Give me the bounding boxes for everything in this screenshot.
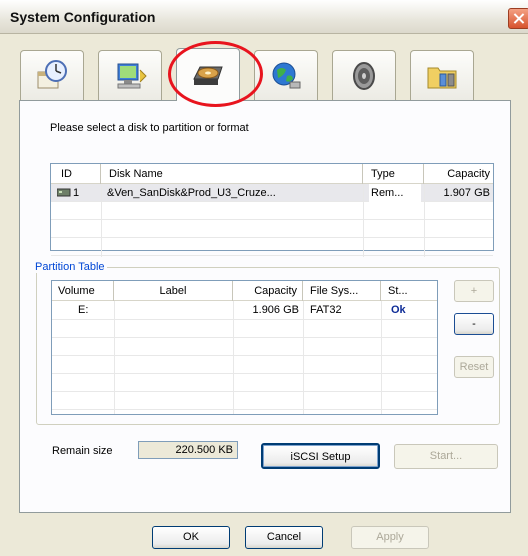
grid-line (303, 301, 304, 414)
tab-internet[interactable] (254, 50, 318, 100)
partition-status: Ok (391, 304, 406, 316)
grid-line (101, 184, 102, 257)
grid-line (363, 184, 364, 257)
folder-tools-icon (427, 67, 457, 88)
ok-button[interactable]: OK (152, 526, 230, 549)
partition-table-label: Partition Table (33, 261, 107, 273)
close-button[interactable] (508, 8, 528, 29)
grid-line (424, 184, 425, 257)
empty-row (52, 392, 437, 410)
column-header-disk-name[interactable]: Disk Name (101, 164, 363, 184)
partition-list-header: Volume Label Capacity File Sys... St... (52, 281, 437, 301)
empty-row (52, 320, 437, 338)
tab-network[interactable] (98, 50, 162, 100)
highlight-circle (168, 41, 263, 107)
table-row[interactable]: E: 1.906 GB FAT32 Ok (52, 301, 437, 320)
empty-row (52, 374, 437, 392)
partition-list[interactable]: Volume Label Capacity File Sys... St... … (51, 280, 438, 415)
disk-capacity: 1.907 GB (443, 187, 490, 199)
partition-capacity: 1.906 GB (252, 304, 299, 316)
network-computer-icon (117, 63, 147, 88)
column-header-file-system[interactable]: File Sys... (303, 281, 381, 301)
cancel-button[interactable]: Cancel (245, 526, 323, 549)
select-disk-prompt: Please select a disk to partition or for… (50, 122, 249, 134)
column-header-capacity[interactable]: Capacity (233, 281, 303, 301)
partition-label (116, 301, 228, 319)
partition-volume: E: (78, 304, 89, 316)
column-header-capacity[interactable]: Capacity (424, 164, 495, 184)
speaker-icon (353, 61, 375, 90)
apply-button[interactable]: Apply (351, 526, 429, 549)
empty-row (51, 238, 493, 256)
empty-row (51, 220, 493, 238)
column-header-volume[interactable]: Volume (52, 281, 114, 301)
drive-icon (57, 184, 71, 202)
column-header-status[interactable]: St... (381, 281, 437, 301)
tab-sound[interactable] (332, 50, 396, 100)
window-title: System Configuration (10, 9, 156, 25)
partition-file-system: FAT32 (310, 304, 342, 316)
globe-network-icon (272, 62, 301, 88)
column-header-label[interactable]: Label (114, 281, 233, 301)
empty-row (52, 356, 437, 374)
table-row[interactable]: 1 &Ven_SanDisk&Prod_U3_Cruze... Rem... 1… (51, 184, 493, 202)
disk-name: &Ven_SanDisk&Prod_U3_Cruze... (107, 187, 276, 199)
disk-type: Rem... (369, 184, 421, 202)
tab-date-time[interactable] (20, 50, 84, 100)
disk-id: 1 (73, 187, 80, 199)
tab-tools[interactable] (410, 50, 474, 100)
grid-line (381, 301, 382, 414)
reset-button[interactable]: Reset (454, 356, 494, 378)
column-header-id[interactable]: ID (51, 164, 101, 184)
remain-size-value: 220.500 KB (138, 441, 238, 459)
grid-line (114, 301, 115, 414)
clock-calendar-icon (37, 59, 67, 88)
start-button[interactable]: Start... (394, 444, 498, 469)
column-header-type[interactable]: Type (363, 164, 424, 184)
disk-list-header: ID Disk Name Type Capacity (51, 164, 493, 184)
system-configuration-window: System Configuration Please select a dis… (0, 0, 528, 556)
title-bar: System Configuration (0, 0, 528, 34)
iscsi-setup-button[interactable]: iSCSI Setup (261, 443, 380, 469)
grid-line (233, 301, 234, 414)
empty-row (52, 338, 437, 356)
disk-list[interactable]: ID Disk Name Type Capacity 1 &Ven_SanDis… (50, 163, 494, 257)
add-partition-button[interactable]: + (454, 280, 494, 302)
empty-row (51, 202, 493, 220)
remove-partition-button[interactable]: - (454, 313, 494, 335)
remain-size-label: Remain size (52, 445, 113, 457)
